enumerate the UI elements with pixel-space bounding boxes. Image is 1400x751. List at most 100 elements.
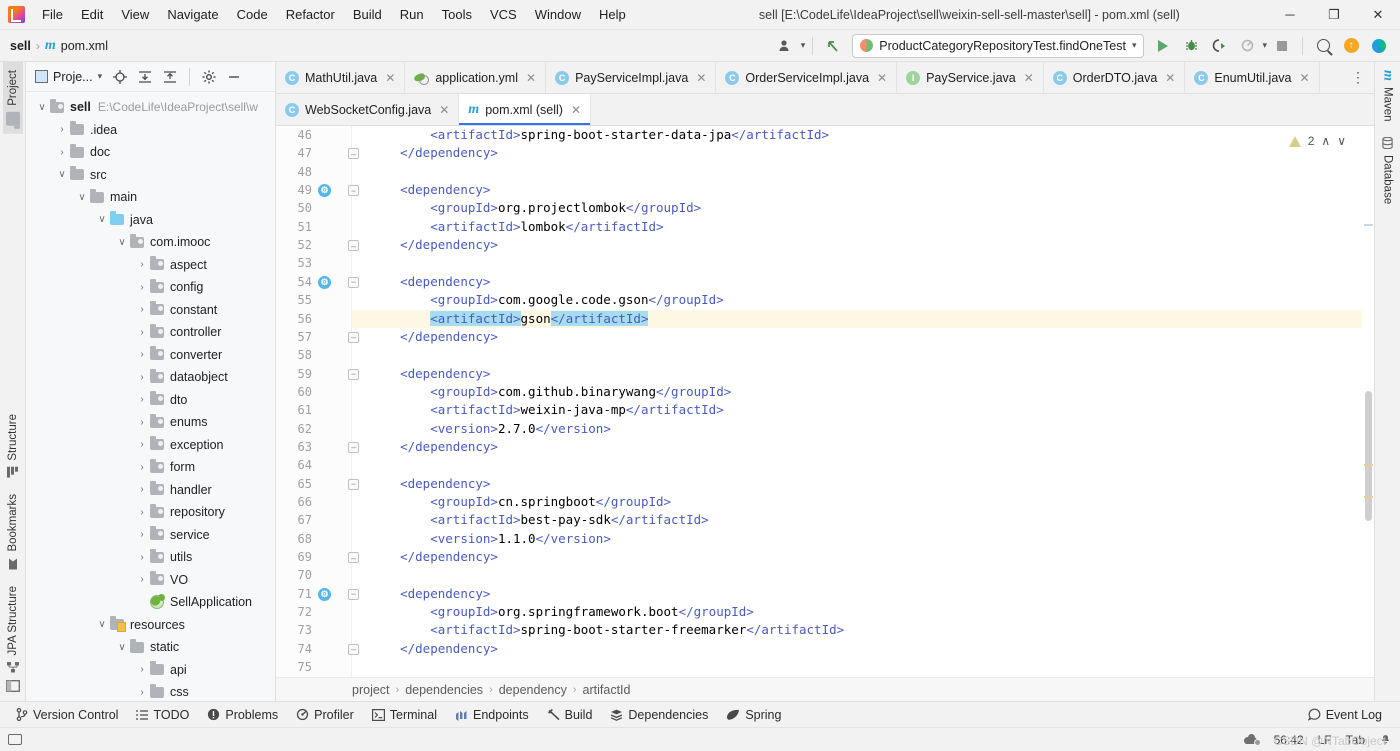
menu-navigate[interactable]: Navigate [158,4,227,25]
tree-node-doc[interactable]: › doc [26,141,275,164]
code-line[interactable]: </dependency> [352,438,1374,456]
chevron-right-icon[interactable]: › [134,664,150,675]
editor-tabs-row-2[interactable]: C WebSocketConfig.java ✕ m pom.xml (sell) ✕ [276,94,1374,126]
search-everywhere-icon[interactable] [1310,34,1336,58]
chevron-down-icon[interactable]: ∨ [34,102,50,113]
tree-node-api[interactable]: › api [26,659,275,682]
chevron-down-icon[interactable]: ∨ [54,169,70,180]
chevron-right-icon[interactable]: › [134,574,150,585]
tree-node-converter[interactable]: › converter [26,344,275,367]
tree-node-resources[interactable]: ∨ resources [26,614,275,637]
chevron-right-icon[interactable]: › [134,372,150,383]
tree-node-controller[interactable]: › controller [26,321,275,344]
code-line[interactable]: <artifactId>spring-boot-starter-freemark… [352,621,1374,639]
code-line[interactable]: <artifactId>gson</artifactId> [352,309,1374,328]
tree-node-static[interactable]: ∨ static [26,636,275,659]
indent-setting[interactable]: Tab [1346,733,1365,747]
tree-node-java[interactable]: ∨ java [26,209,275,232]
chevron-right-icon[interactable]: › [134,529,150,540]
menu-view[interactable]: View [112,4,158,25]
menu-build[interactable]: Build [344,4,391,25]
code-line[interactable]: <groupId>cn.springboot</groupId> [352,493,1374,511]
close-tab-icon[interactable]: ✕ [526,71,536,85]
code-content[interactable]: 2 ∧ ∨ <artifactId>spring-boot-starter-da… [352,126,1374,677]
user-profile-icon[interactable] [773,34,799,58]
notifications-icon[interactable] [1379,732,1392,748]
inspections-widget-icon[interactable] [1243,734,1261,746]
chevron-right-icon[interactable]: › [134,282,150,293]
code-line[interactable]: <groupId>org.projectlombok</groupId> [352,199,1374,217]
tree-node-handler[interactable]: › handler [26,479,275,502]
editor-tab-pom-xml--sell-[interactable]: m pom.xml (sell) ✕ [459,94,592,125]
editor-tab-payserviceimpl-java[interactable]: C PayServiceImpl.java ✕ [546,62,717,93]
chevron-right-icon[interactable]: › [134,462,150,473]
updates-icon[interactable]: ↑ [1338,34,1364,58]
chevron-right-icon[interactable]: › [134,439,150,450]
tree-node-com-imooc[interactable]: ∨ com.imooc [26,231,275,254]
tree-node-css[interactable]: › css [26,681,275,701]
tool-window-profiler[interactable]: Profiler [288,705,362,725]
code-line[interactable]: </dependency> [352,328,1374,346]
menu-refactor[interactable]: Refactor [277,4,344,25]
tree-node-enums[interactable]: › enums [26,411,275,434]
close-tab-icon[interactable]: ✕ [439,103,449,117]
menu-help[interactable]: Help [590,4,635,25]
code-line[interactable]: <groupId>org.springframework.boot</group… [352,603,1374,621]
rail-bottom-actions[interactable] [5,680,20,701]
menu-window[interactable]: Window [526,4,590,25]
close-tab-icon[interactable]: ✕ [385,71,395,85]
chevron-right-icon[interactable]: › [134,507,150,518]
inspections-widget[interactable]: 2 ∧ ∨ [1288,134,1346,148]
editor-tab-mathutil-java[interactable]: C MathUtil.java ✕ [276,62,406,93]
close-tab-icon[interactable]: ✕ [1024,71,1034,85]
settings-gear-icon[interactable] [198,66,220,88]
chevron-right-icon[interactable]: › [134,394,150,405]
code-line[interactable]: <artifactId>spring-boot-starter-data-jpa… [352,126,1374,144]
code-line[interactable]: <groupId>com.google.code.gson</groupId> [352,291,1374,309]
editor-tab-payservice-java[interactable]: I PayService.java ✕ [897,62,1044,93]
back-arrow-icon[interactable] [820,34,846,58]
profile-caret-icon[interactable]: ▾ [801,40,806,51]
run-button[interactable] [1150,34,1176,58]
breadcrumb-item-project[interactable]: project [352,683,390,697]
code-line[interactable]: <dependency> [352,475,1374,493]
tree-node-repository[interactable]: › repository [26,501,275,524]
profile-run-button[interactable] [1234,34,1260,58]
line-separator[interactable]: LF [1318,733,1332,747]
next-problem-icon[interactable]: ∨ [1337,134,1346,148]
chevron-right-icon[interactable]: › [134,259,150,270]
tree-node-config[interactable]: › config [26,276,275,299]
code-line[interactable]: <artifactId>weixin-java-mp</artifactId> [352,401,1374,419]
chevron-right-icon[interactable]: › [134,484,150,495]
code-line[interactable]: <artifactId>best-pay-sdk</artifactId> [352,511,1374,529]
prev-problem-icon[interactable]: ∧ [1321,134,1330,148]
tree-node-sellapplication[interactable]: SellApplication [26,591,275,614]
editor-gutter[interactable]: 46 47–48 49 ⚙ −50 51 52–53 54 ⚙ −55 56 57–58 59−60 61… [276,126,376,677]
editor-tab-application-yml[interactable]: application.yml ✕ [405,62,547,93]
tool-window-terminal[interactable]: Terminal [364,705,445,725]
minimize-button[interactable]: ─ [1268,0,1312,30]
tool-window-spring[interactable]: Spring [718,705,789,725]
bottom-tool-window-bar[interactable]: Version Control TODO Problems Profiler Termi… [0,701,1400,727]
code-line[interactable]: <dependency> [352,585,1374,603]
sidebar-item-project[interactable]: Project [2,62,23,134]
menu-code[interactable]: Code [228,4,277,25]
code-line[interactable] [352,566,1374,584]
tool-window-problems[interactable]: Problems [199,705,286,725]
code-line[interactable]: <dependency> [352,365,1374,383]
run-with-coverage-button[interactable] [1206,34,1232,58]
tool-window-endpoints[interactable]: Endpoints [447,705,537,725]
chevron-right-icon[interactable]: › [54,147,70,158]
code-line[interactable] [352,456,1374,474]
spring-bean-gutter-icon[interactable]: ⚙ [318,275,331,289]
code-line[interactable] [352,163,1374,181]
code-line[interactable] [352,658,1374,676]
editor-tabs-row-1[interactable]: C MathUtil.java ✕ application.yml ✕ C PayServi… [276,62,1374,94]
editor-scrollbar[interactable] [1362,126,1374,677]
breadcrumb-item-artifactId[interactable]: artifactId [583,683,631,697]
tree-node-sell[interactable]: ∨ sell E:\CodeLife\IdeaProject\sell\w [26,96,275,119]
hide-panel-icon[interactable] [223,66,245,88]
chevron-down-icon[interactable]: ∨ [94,619,110,630]
project-view-selector[interactable]: Proje... ▾ [31,68,106,86]
chevron-right-icon[interactable]: › [134,417,150,428]
